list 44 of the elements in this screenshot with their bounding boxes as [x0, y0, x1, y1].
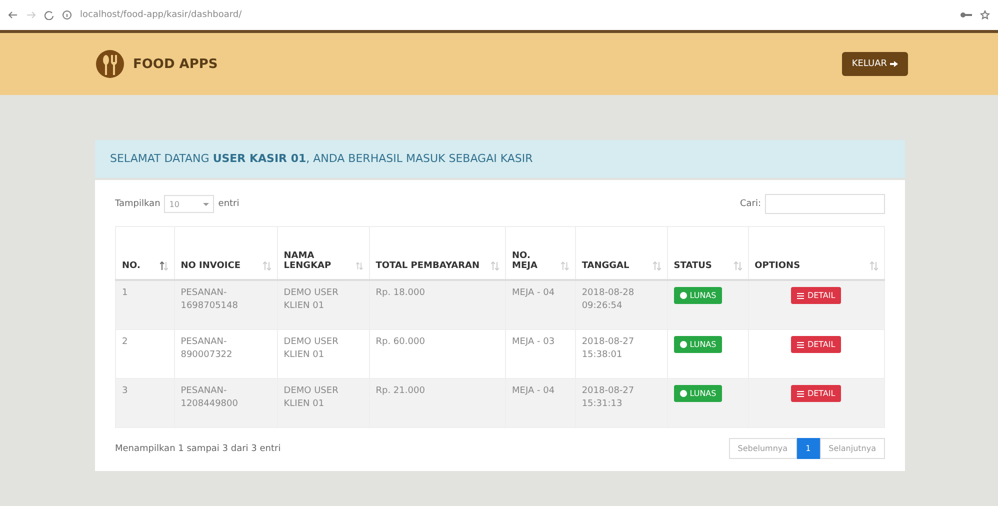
caret-icon: [203, 201, 210, 207]
table-cell: Rp. 21.000: [369, 378, 506, 428]
table-cell: 1: [116, 280, 174, 330]
status-button[interactable]: LUNAS: [674, 287, 722, 304]
status-button[interactable]: LUNAS: [674, 385, 722, 402]
list-icon: [797, 342, 804, 348]
table-cell: 2018-08-28 09:26:54: [575, 280, 668, 330]
welcome-alert: SELAMAT DATANG USER KASIR 01, ANDA BERHASIL MASUK SEBAGAI KASIR: [95, 140, 905, 178]
info-icon: [62, 10, 72, 20]
table-cell: DEMO USER KLIEN 01: [277, 280, 370, 330]
logout-button[interactable]: KELUAR: [842, 52, 908, 76]
reload-icon[interactable]: [44, 10, 54, 20]
list-icon: [797, 390, 804, 396]
table-cell: DEMO USER KLIEN 01: [277, 378, 370, 428]
detail-button[interactable]: DETAIL: [791, 385, 842, 402]
key-icon[interactable]: [960, 11, 972, 19]
detail-button[interactable]: DETAIL: [791, 287, 842, 304]
length-label: Tampilkan: [115, 199, 160, 209]
page-button[interactable]: 1: [796, 438, 820, 459]
length-select[interactable]: 10: [164, 195, 214, 213]
detail-button[interactable]: DETAIL: [791, 336, 842, 353]
search-field[interactable]: [765, 194, 885, 214]
table-cell: 3: [116, 378, 174, 428]
star-icon[interactable]: [980, 10, 990, 20]
table-cell: MEJA - 04: [506, 378, 576, 428]
length-label: entri: [218, 199, 240, 209]
check-circle-icon: [680, 341, 687, 348]
check-circle-icon: [680, 292, 687, 299]
table-cell: PESANAN-1208449800: [174, 378, 278, 428]
check-circle-icon: [680, 390, 687, 397]
table-cell: 2018-08-27 15:31:13: [575, 378, 668, 428]
logout-icon: [890, 60, 898, 68]
logo-icon: [95, 49, 125, 79]
search-label: Cari:: [740, 199, 761, 209]
table-cell: Rp. 18.000: [369, 280, 506, 330]
page-button[interactable]: Sebelumnya: [728, 438, 797, 459]
back-icon[interactable]: [8, 10, 18, 20]
page-button[interactable]: Selanjutnya: [820, 438, 885, 459]
list-icon: [797, 292, 804, 298]
table-info: Menampilkan 1 sampai 3 dari 3 entri: [115, 444, 281, 454]
brand-name: FOOD APPS: [133, 56, 218, 72]
status-button[interactable]: LUNAS: [674, 336, 722, 353]
table-cell: MEJA - 04: [506, 280, 576, 330]
table-cell: PESANAN-1698705148: [174, 280, 278, 330]
